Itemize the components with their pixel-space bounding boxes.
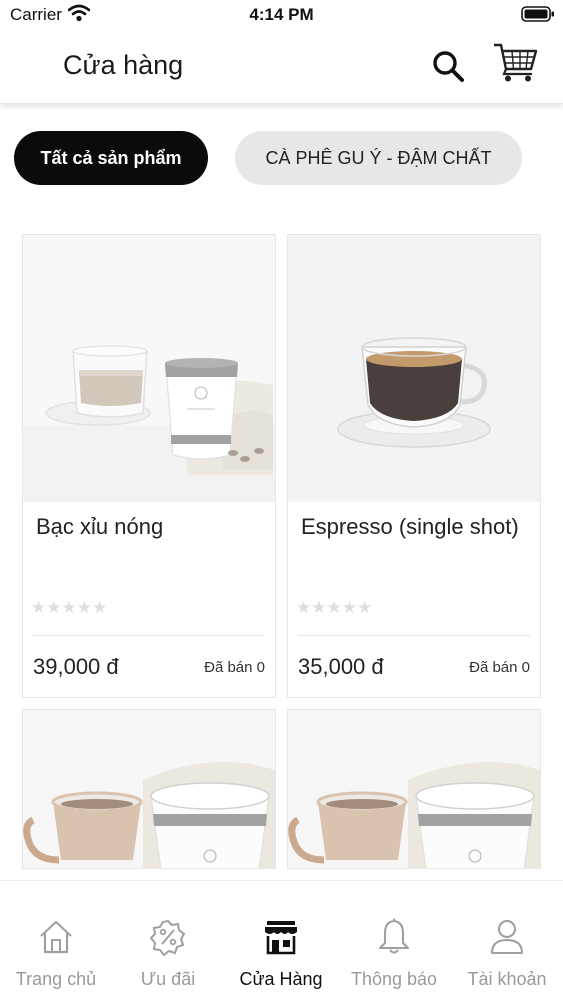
category-chip-all-products[interactable]: Tất cả sản phẩm bbox=[14, 131, 208, 185]
sold-count: Đã bán 0 bbox=[469, 659, 530, 676]
ceramic-cup-and-paper-cup-image bbox=[23, 710, 275, 868]
status-bar: Carrier 4:14 PM bbox=[0, 0, 563, 30]
rating-stars: ★★★★★ bbox=[31, 598, 108, 617]
shopping-cart-icon[interactable] bbox=[492, 41, 538, 83]
store-icon bbox=[265, 921, 297, 955]
tab-label: Cửa Hàng bbox=[239, 969, 323, 989]
product-price: 39,000 đ bbox=[33, 654, 119, 679]
espresso-cup-image bbox=[288, 235, 540, 502]
bottom-tab-bar: Trang chủ Ưu đãi Cửa Hàng Thông báo Tài … bbox=[0, 880, 563, 1000]
tab-label: Thông báo bbox=[350, 969, 438, 989]
tab-label: Ưu đãi bbox=[140, 969, 196, 989]
category-chip-label: CÀ PHÊ GU Ý - ĐẬM CHẤT bbox=[265, 147, 492, 168]
tab-label: Tài khoản bbox=[467, 969, 547, 989]
card-divider bbox=[298, 635, 530, 636]
card-divider bbox=[33, 635, 265, 636]
glass-and-paper-cup-image bbox=[23, 235, 275, 502]
status-time: 4:14 PM bbox=[249, 5, 314, 24]
tab-account[interactable]: Tài khoản bbox=[451, 881, 563, 1000]
bell-icon bbox=[378, 918, 410, 954]
product-name: Bạc xỉu nóng bbox=[36, 514, 164, 539]
tab-home[interactable]: Trang chủ bbox=[0, 881, 112, 1000]
product-card[interactable] bbox=[22, 709, 276, 869]
tab-offers[interactable]: Ưu đãi bbox=[112, 881, 224, 1000]
app-header: Cửa hàng bbox=[0, 30, 563, 104]
sold-count: Đã bán 0 bbox=[204, 659, 265, 676]
page-title: Cửa hàng bbox=[63, 50, 184, 80]
rating-stars: ★★★★★ bbox=[296, 598, 373, 617]
discount-badge-icon bbox=[150, 919, 186, 957]
search-icon[interactable] bbox=[430, 48, 466, 84]
product-card[interactable]: Espresso (single shot) ★★★★★ 35,000 đ Đã… bbox=[287, 234, 541, 698]
tab-store[interactable]: Cửa Hàng bbox=[225, 881, 337, 1000]
tab-label: Trang chủ bbox=[15, 969, 97, 989]
ceramic-cup-and-paper-cup-image bbox=[288, 710, 540, 868]
category-chip-label: Tất cả sản phẩm bbox=[40, 147, 182, 168]
product-card[interactable]: Bạc xỉu nóng ★★★★★ 39,000 đ Đã bán 0 bbox=[22, 234, 276, 698]
category-chip-italian-coffee[interactable]: CÀ PHÊ GU Ý - ĐẬM CHẤT bbox=[235, 131, 522, 185]
product-name: Espresso (single shot) bbox=[301, 514, 519, 539]
tab-notifications[interactable]: Thông báo bbox=[338, 881, 450, 1000]
battery-icon bbox=[521, 6, 554, 22]
home-icon bbox=[40, 920, 72, 954]
product-card[interactable] bbox=[287, 709, 541, 869]
user-icon bbox=[490, 919, 524, 955]
product-price: 35,000 đ bbox=[298, 654, 384, 679]
